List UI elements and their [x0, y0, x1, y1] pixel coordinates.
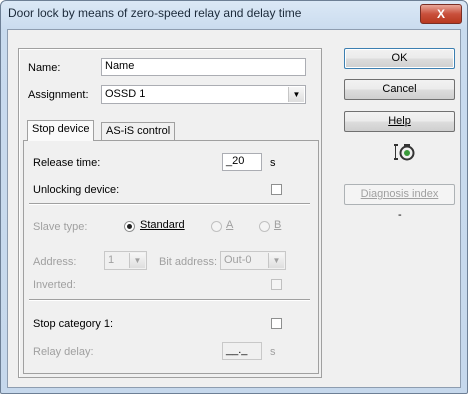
assignment-label: Assignment: — [28, 89, 89, 101]
tab-asis-control[interactable]: AS-iS control — [101, 122, 176, 140]
address-select[interactable]: 1 ▼ — [104, 251, 147, 270]
name-field[interactable]: Name — [101, 58, 306, 76]
slave-standard-radio[interactable] — [124, 221, 135, 232]
cancel-button[interactable]: Cancel — [344, 79, 455, 100]
address-value: 1 — [108, 254, 115, 266]
separator — [29, 203, 310, 205]
assignment-select[interactable]: OSSD 1 ▼ — [101, 85, 306, 104]
inverted-label: Inverted: — [33, 279, 76, 291]
inverted-checkbox[interactable] — [271, 279, 282, 290]
unlocking-device-label: Unlocking device: — [33, 184, 120, 196]
slave-b-label: B — [274, 219, 282, 231]
dropdown-arrow-icon[interactable]: ▼ — [288, 87, 304, 102]
release-time-field[interactable]: _20 — [222, 153, 262, 171]
release-time-label: Release time: — [33, 157, 101, 169]
diagnosis-index-button: Diagnosis index — [344, 184, 455, 205]
unlocking-device-checkbox[interactable] — [271, 184, 282, 195]
separator — [29, 299, 310, 301]
assignment-value: OSSD 1 — [105, 88, 146, 100]
diagnosis-value: - — [398, 209, 402, 221]
dropdown-arrow-icon[interactable]: ▼ — [129, 253, 145, 268]
tab-stop-device[interactable]: Stop device — [27, 120, 95, 141]
radio-selected-dot — [127, 224, 132, 229]
bit-address-select[interactable]: Out-0 ▼ — [220, 251, 286, 270]
relay-delay-unit: s — [270, 346, 276, 358]
slave-b-radio[interactable] — [259, 221, 270, 232]
relay-delay-field[interactable]: __._ — [222, 342, 262, 360]
stop-category-label: Stop category 1: — [33, 318, 114, 330]
dropdown-arrow-icon[interactable]: ▼ — [268, 253, 284, 268]
address-label: Address: — [33, 256, 77, 268]
ok-button[interactable]: OK — [344, 48, 455, 69]
key-lock-icon — [388, 141, 418, 163]
stop-category-checkbox[interactable] — [271, 318, 282, 329]
bit-address-label: Bit address: — [159, 256, 218, 268]
slave-a-label: A — [226, 219, 234, 231]
window-title: Door lock by means of zero-speed relay a… — [8, 6, 302, 20]
slave-standard-label: Standard — [140, 219, 185, 231]
slave-a-radio[interactable] — [211, 221, 222, 232]
close-button[interactable]: X — [420, 4, 462, 24]
name-label: Name: — [28, 62, 61, 74]
relay-delay-label: Relay delay: — [33, 346, 94, 358]
help-button[interactable]: Help — [344, 111, 455, 132]
slave-type-label: Slave type: — [33, 221, 88, 233]
release-time-unit: s — [270, 157, 276, 169]
bit-address-value: Out-0 — [224, 254, 252, 266]
